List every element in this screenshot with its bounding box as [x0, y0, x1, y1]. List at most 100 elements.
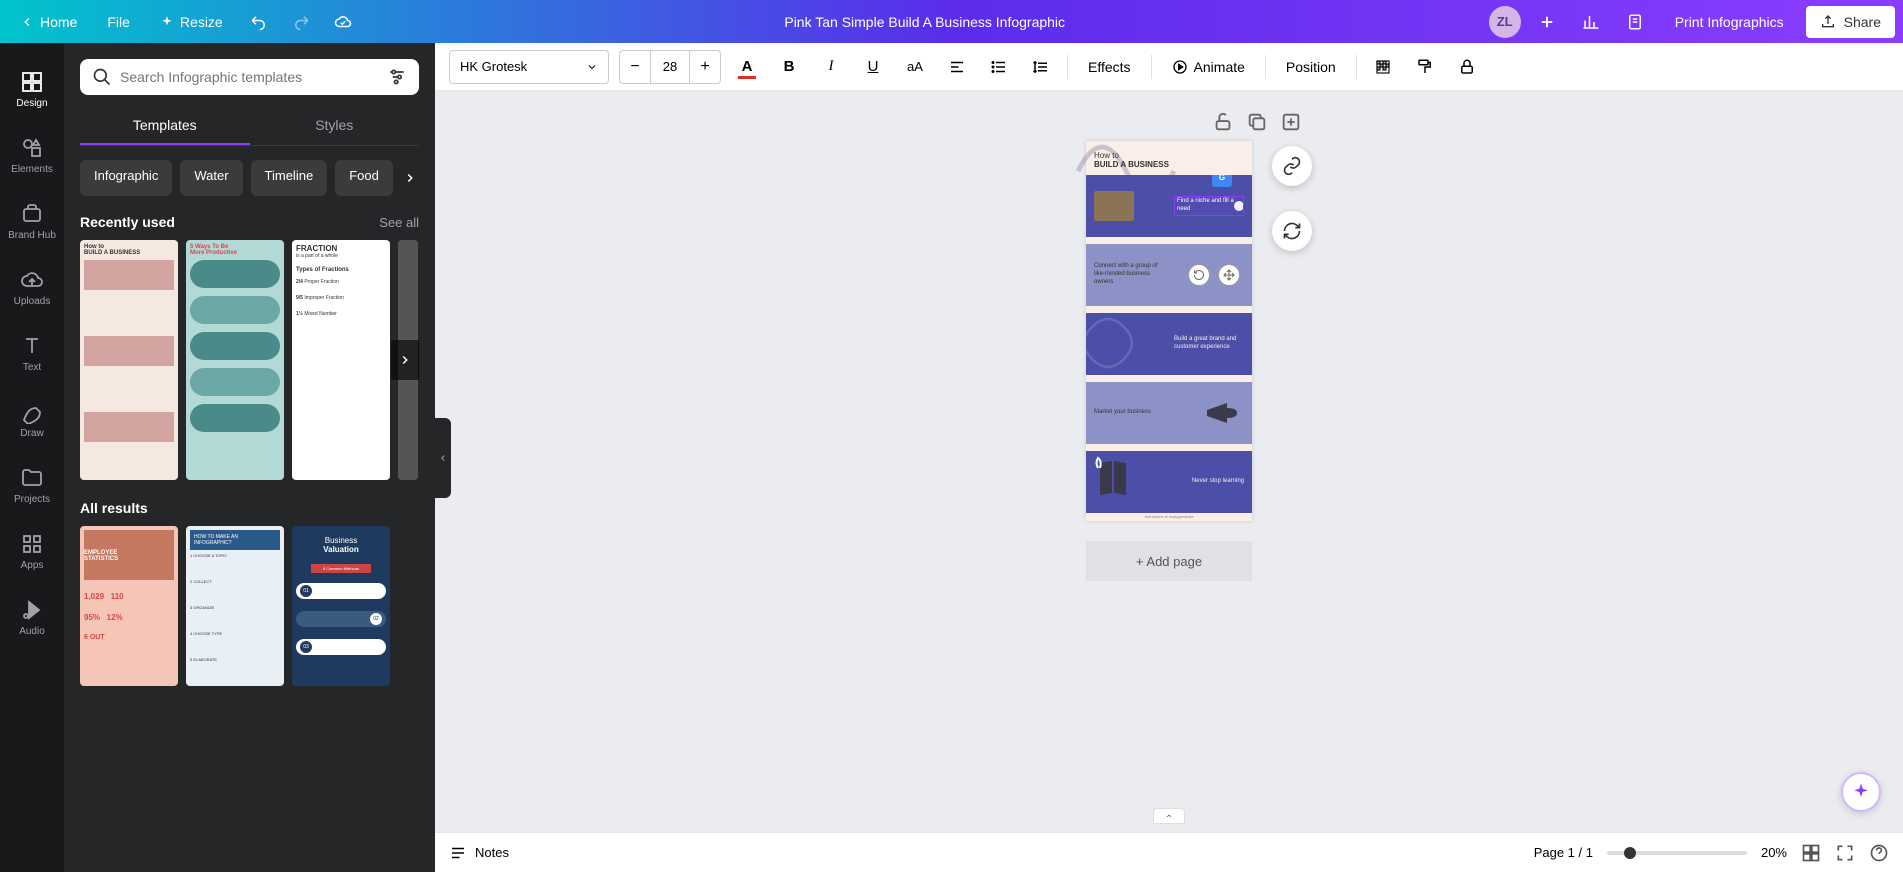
size-decrease[interactable]: −	[620, 51, 650, 83]
share-button[interactable]: Share	[1806, 6, 1895, 38]
rail-design[interactable]: Design	[0, 57, 64, 121]
list-button[interactable]	[983, 51, 1015, 83]
case-button[interactable]: aA	[899, 51, 931, 83]
canvas-area[interactable]: How to BUILD A BUSINESS Find a niche and…	[435, 91, 1903, 832]
chip-infographic[interactable]: Infographic	[80, 160, 172, 196]
zoom-thumb[interactable]	[1624, 847, 1636, 859]
italic-button[interactable]: I	[815, 51, 847, 83]
template-thumb[interactable]: BusinessValuation 5 Common Methods 01 02…	[292, 526, 390, 686]
zoom-slider[interactable]	[1607, 851, 1747, 855]
rail-draw[interactable]: Draw	[0, 387, 64, 451]
file-menu[interactable]: File	[95, 8, 142, 36]
template-thumb[interactable]: How toBUILD A BUSINESS	[80, 240, 178, 480]
align-button[interactable]	[941, 51, 973, 83]
page-title[interactable]: BUILD A BUSINESS	[1094, 160, 1244, 169]
unlock-page-button[interactable]	[1212, 111, 1234, 133]
page-indicator[interactable]: Page 1 / 1	[1534, 845, 1593, 860]
text-color-button[interactable]: A	[731, 51, 763, 83]
rail-projects[interactable]: Projects	[0, 453, 64, 517]
avatar[interactable]: ZL	[1489, 6, 1521, 38]
rail-audio[interactable]: Audio	[0, 585, 64, 649]
thumb-scroll-right[interactable]	[391, 340, 419, 380]
insights-button[interactable]	[1573, 4, 1609, 40]
rail-elements[interactable]: Elements	[0, 123, 64, 187]
tab-styles[interactable]: Styles	[250, 107, 420, 145]
position-button[interactable]: Position	[1276, 53, 1346, 81]
bold-button[interactable]: B	[773, 51, 805, 83]
rail-label: Draw	[20, 428, 43, 439]
animate-button[interactable]: Animate	[1162, 53, 1255, 81]
template-thumb[interactable]: EMPLOYEESTATISTICS 1,029 110 95% 12% 6 O…	[80, 526, 178, 686]
rail-brand-hub[interactable]: Brand Hub	[0, 189, 64, 253]
transparency-button[interactable]	[1367, 51, 1399, 83]
link-float-button[interactable]	[1272, 146, 1312, 186]
ai-regenerate-button[interactable]	[1272, 211, 1312, 251]
section-2[interactable]: Connect with a group of like-minded busi…	[1086, 244, 1252, 306]
print-button[interactable]: Print Infographics	[1661, 6, 1798, 38]
template-thumb[interactable]: FRACTION is a part of a whole Types of F…	[292, 240, 390, 480]
expand-pages-button[interactable]	[1153, 808, 1185, 824]
chip-timeline[interactable]: Timeline	[251, 160, 328, 196]
undo-button[interactable]	[241, 4, 277, 40]
rail-text[interactable]: Text	[0, 321, 64, 385]
chip-scroll-right[interactable]	[401, 160, 419, 196]
size-input[interactable]	[650, 51, 690, 83]
see-all-link[interactable]: See all	[379, 215, 419, 230]
template-thumb[interactable]: HOW TO MAKE ANINFOGRAPHIC? 1 CHOOSE A TO…	[186, 526, 284, 686]
rail-apps[interactable]: Apps	[0, 519, 64, 583]
search-icon	[92, 67, 112, 87]
chart-icon	[1582, 13, 1600, 31]
font-select[interactable]: HK Grotesk	[449, 50, 609, 84]
tab-templates[interactable]: Templates	[80, 107, 250, 145]
rail-label: Elements	[11, 164, 53, 175]
section-text[interactable]: Market your business	[1094, 409, 1151, 417]
rail-uploads[interactable]: Uploads	[0, 255, 64, 319]
chip-water[interactable]: Water	[180, 160, 242, 196]
section-text-selected[interactable]: Find a niche and fill a need	[1174, 196, 1244, 216]
size-increase[interactable]: +	[690, 51, 720, 83]
chevron-left-icon	[20, 15, 34, 29]
section-text[interactable]: Connect with a group of like-minded busi…	[1094, 263, 1164, 286]
collapse-panel-handle[interactable]	[435, 418, 451, 498]
comments-button[interactable]	[1617, 4, 1653, 40]
filter-icon[interactable]	[387, 67, 407, 87]
section-text[interactable]: Never stop learning	[1192, 478, 1244, 486]
section-5[interactable]: Never stop learning	[1086, 451, 1252, 513]
translate-badge[interactable]: G	[1212, 175, 1232, 187]
notes-button[interactable]: Notes	[449, 844, 509, 862]
redo-button[interactable]	[283, 4, 319, 40]
section-4[interactable]: Market your business	[1086, 382, 1252, 444]
home-button[interactable]: Home	[8, 8, 89, 36]
duplicate-page-button[interactable]	[1246, 111, 1268, 133]
magic-assist-button[interactable]	[1841, 772, 1881, 812]
spacing-button[interactable]	[1025, 51, 1057, 83]
design-page[interactable]: How to BUILD A BUSINESS Find a niche and…	[1086, 141, 1252, 521]
lock-button[interactable]	[1451, 51, 1483, 83]
template-thumb[interactable]: 5 Ways To BeMore Productive	[186, 240, 284, 480]
section-text[interactable]: Build a great brand and customer experie…	[1174, 336, 1244, 352]
grid-view-button[interactable]	[1801, 843, 1821, 863]
search-box[interactable]	[80, 59, 419, 95]
add-page-button[interactable]	[1280, 111, 1302, 133]
add-member-button[interactable]	[1529, 4, 1565, 40]
scribble-decoration	[1086, 313, 1156, 375]
section-3[interactable]: Build a great brand and customer experie…	[1086, 313, 1252, 375]
effects-button[interactable]: Effects	[1078, 53, 1141, 81]
rotate-handle[interactable]	[1188, 264, 1210, 286]
chip-food[interactable]: Food	[335, 160, 393, 196]
move-handle[interactable]	[1218, 264, 1240, 286]
search-input[interactable]	[120, 69, 387, 85]
page-subtitle[interactable]: How to	[1094, 151, 1244, 160]
resize-button[interactable]: Resize	[148, 8, 235, 36]
font-size-control: − +	[619, 50, 721, 84]
zoom-percent[interactable]: 20%	[1761, 845, 1787, 860]
document-title[interactable]: Pink Tan Simple Build A Business Infogra…	[361, 14, 1489, 30]
add-page-button[interactable]: + Add page	[1086, 541, 1252, 581]
cloud-sync-button[interactable]	[325, 4, 361, 40]
draw-icon	[20, 400, 44, 424]
fullscreen-button[interactable]	[1835, 843, 1855, 863]
help-button[interactable]	[1869, 843, 1889, 863]
copy-style-button[interactable]	[1409, 51, 1441, 83]
underline-button[interactable]: U	[857, 51, 889, 83]
section-1[interactable]: Find a niche and fill a need G	[1086, 175, 1252, 237]
